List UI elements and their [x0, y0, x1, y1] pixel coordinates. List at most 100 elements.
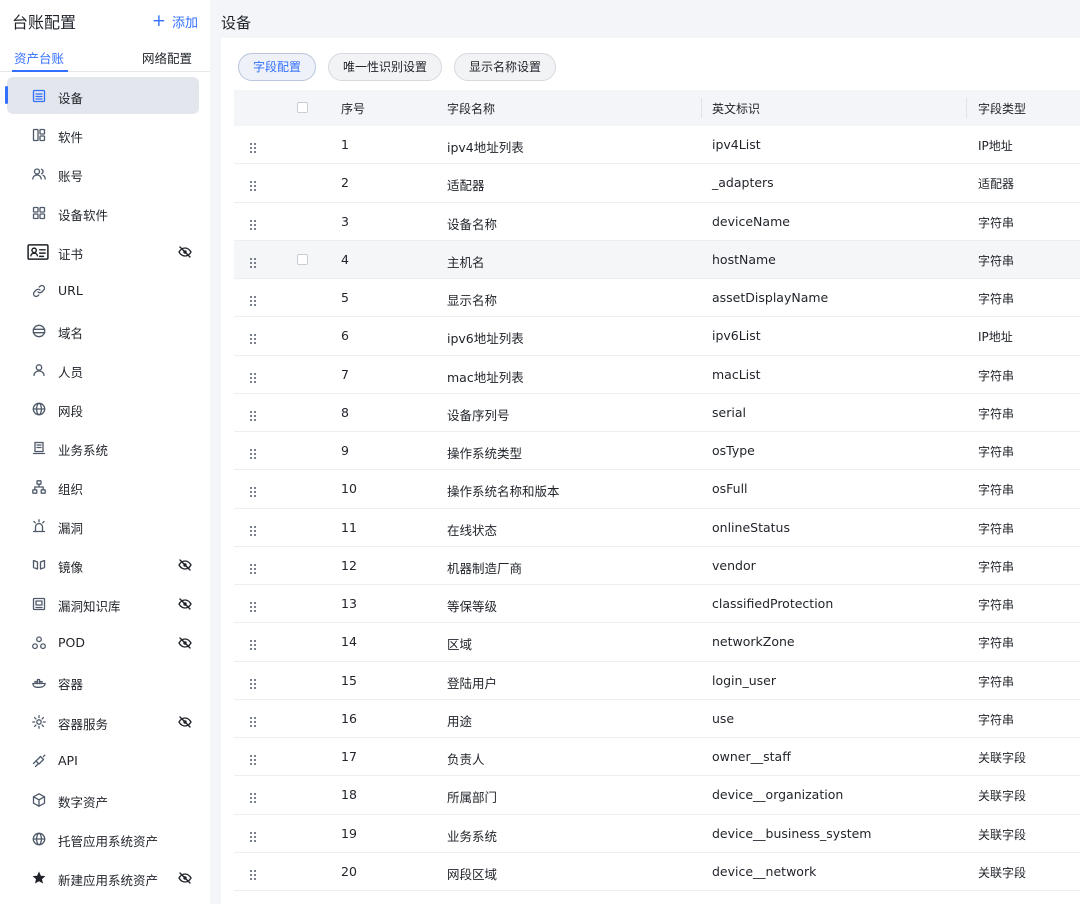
container-icon	[31, 674, 47, 690]
add-button[interactable]: + 添加	[152, 12, 198, 31]
eye-off-icon[interactable]	[178, 637, 192, 650]
drag-handle-icon[interactable]	[248, 177, 258, 192]
eye-off-icon[interactable]	[178, 246, 192, 259]
table-row[interactable]: 12 机器制造厂商 vendor 字符串	[234, 547, 1080, 585]
mirror-icon	[31, 557, 47, 573]
drag-handle-icon[interactable]	[248, 330, 258, 345]
drag-handle-icon[interactable]	[248, 560, 258, 574]
sidebar-item[interactable]: 数字资产	[0, 781, 210, 820]
sidebar-item[interactable]: 域名	[0, 312, 210, 351]
sidebar-item[interactable]: 人员	[0, 351, 210, 390]
eye-off-icon[interactable]	[178, 715, 192, 728]
table-row[interactable]: 18 所属部门 device__organization 关联字段	[234, 776, 1080, 815]
table-row[interactable]: 16 用途 use 字符串	[234, 700, 1080, 738]
cell-field-type: 字符串	[978, 406, 1015, 421]
table-row[interactable]: 9 操作系统类型 osType 字符串	[234, 432, 1080, 471]
sidebar-item[interactable]: 容器服务	[0, 703, 210, 742]
column-header-field-name: 字段名称	[447, 102, 496, 116]
config-button[interactable]: 显示名称设置	[454, 53, 557, 81]
table-row[interactable]: 20 网段区域 device__network 关联字段	[234, 853, 1080, 891]
cell-number: 20	[341, 863, 357, 879]
tab-network-config[interactable]: 网络配置	[142, 48, 192, 67]
cell-number: 11	[341, 519, 357, 535]
select-all-checkbox[interactable]	[297, 102, 308, 113]
sidebar-item[interactable]: 容器	[0, 663, 210, 702]
cell-number: 15	[341, 672, 357, 688]
drag-handle-icon[interactable]	[248, 675, 258, 689]
sidebar-item[interactable]: 组织	[0, 468, 210, 507]
cell-field-type: 关联字段	[978, 865, 1027, 880]
drag-handle-icon[interactable]	[248, 483, 258, 498]
table-row[interactable]: 1 ipv4地址列表 ipv4List IP地址	[234, 126, 1080, 165]
eye-off-icon[interactable]	[178, 598, 192, 610]
sidebar-item[interactable]: 软件	[0, 116, 210, 155]
table-row[interactable]: 8 设备序列号 serial 字符串	[234, 394, 1080, 432]
sidebar-item[interactable]: URL	[0, 272, 210, 311]
sidebar-item[interactable]: 设备	[0, 77, 210, 116]
cell-field-type: 字符串	[978, 368, 1015, 383]
sidebar-item[interactable]: 漏洞知识库	[0, 585, 210, 624]
table-row[interactable]: 2 适配器 _adapters 适配器	[234, 164, 1080, 203]
drag-handle-icon[interactable]	[248, 139, 258, 153]
table-row[interactable]: 19 业务系统 device__business_system 关联字段	[234, 815, 1080, 853]
drag-handle-icon[interactable]	[248, 254, 258, 268]
cell-english-id: device__business_system	[712, 825, 872, 841]
eye-off-icon[interactable]	[178, 559, 192, 571]
sidebar-item[interactable]: 漏洞	[0, 507, 210, 546]
sidebar-item-label: 人员	[58, 364, 84, 380]
config-button[interactable]: 唯一性识别设置	[328, 53, 443, 81]
cell-english-id: use	[712, 710, 735, 726]
drag-handle-icon[interactable]	[248, 751, 258, 765]
table-row[interactable]: 3 设备名称 deviceName 字符串	[234, 203, 1080, 241]
sidebar-item[interactable]: API	[0, 742, 210, 781]
users-icon	[31, 166, 47, 182]
table-row[interactable]: 5 显示名称 assetDisplayName 字符串	[234, 279, 1080, 318]
config-button[interactable]: 字段配置	[238, 53, 317, 81]
drag-handle-icon[interactable]	[248, 292, 258, 306]
sidebar-item-label: 证书	[58, 247, 84, 263]
eye-off-icon[interactable]	[178, 872, 192, 884]
drag-handle-icon[interactable]	[248, 369, 258, 383]
table-row[interactable]: 10 操作系统名称和版本 osFull 字符串	[234, 470, 1080, 509]
drag-handle-icon[interactable]	[248, 789, 258, 804]
sidebar-item[interactable]: 设备软件	[0, 194, 210, 233]
drag-handle-icon[interactable]	[248, 445, 258, 459]
sidebar-item[interactable]: POD	[0, 624, 210, 663]
sidebar-item[interactable]: 证书	[0, 233, 210, 272]
list-icon	[31, 88, 47, 104]
row-checkbox[interactable]	[297, 253, 308, 265]
column-divider	[701, 98, 702, 118]
table-row[interactable]: 11 在线状态 onlineStatus 字符串	[234, 509, 1080, 547]
drag-handle-icon[interactable]	[248, 216, 258, 230]
sidebar-item[interactable]: 业务系统	[0, 429, 210, 468]
sidebar-item[interactable]: 新建应用系统资产	[0, 859, 210, 898]
drag-handle-icon[interactable]	[248, 636, 258, 651]
sidebar-item-label: 软件	[58, 130, 84, 146]
table-row[interactable]: 17 负责人 owner__staff 关联字段	[234, 738, 1080, 777]
tab-asset-ledger[interactable]: 资产台账	[14, 48, 64, 67]
table-row[interactable]: 14 区域 networkZone 字符串	[234, 623, 1080, 662]
drag-handle-icon[interactable]	[248, 522, 258, 536]
sidebar-item[interactable]: 托管应用系统资产	[0, 820, 210, 859]
drag-handle-icon[interactable]	[248, 713, 258, 727]
drag-handle-icon[interactable]	[248, 828, 258, 842]
cell-field-name: 网段区域	[447, 866, 498, 882]
drag-handle-icon[interactable]	[248, 407, 258, 421]
drag-handle-icon[interactable]	[248, 598, 258, 612]
cell-field-name: 负责人	[447, 752, 485, 767]
table-row[interactable]: 13 等保等级 classifiedProtection 字符串	[234, 585, 1080, 624]
cell-field-name: 登陆用户	[447, 675, 498, 691]
sidebar-item-label: 容器	[58, 677, 84, 693]
sidebar-item[interactable]: 账号	[0, 155, 210, 194]
library-icon	[31, 596, 47, 612]
cell-number: 14	[341, 634, 357, 650]
sidebar-item[interactable]: 网段	[0, 390, 210, 429]
drag-handle-icon[interactable]	[248, 866, 258, 880]
table-row[interactable]: 6 ipv6地址列表 ipv6List IP地址	[234, 317, 1080, 356]
table-row[interactable]: 7 mac地址列表 macList 字符串	[234, 356, 1080, 394]
cell-number: 8	[341, 404, 349, 420]
table-row[interactable]: 4 主机名 hostName 字符串	[234, 240, 1080, 279]
table-row[interactable]: 15 登陆用户 login_user 字符串	[234, 662, 1080, 700]
sidebar-item[interactable]: 镜像	[0, 546, 210, 585]
cell-field-name: 显示名称	[447, 293, 498, 308]
